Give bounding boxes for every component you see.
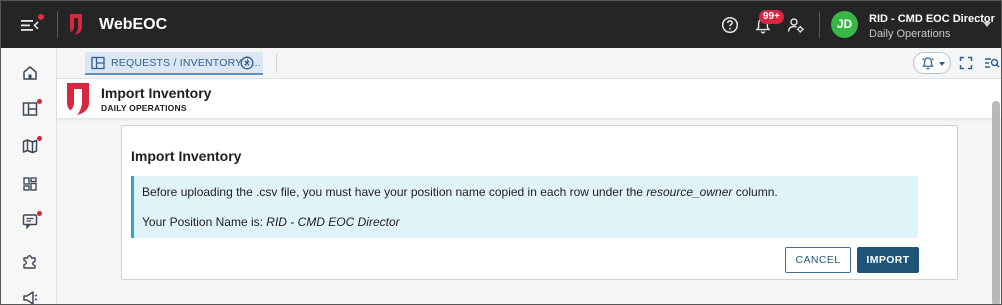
- home-icon[interactable]: [21, 64, 39, 82]
- notification-dot: [37, 99, 42, 104]
- position-name-line: Your Position Name is: RID - CMD EOC Dir…: [142, 215, 400, 229]
- chat-icon[interactable]: [21, 212, 39, 230]
- user-position-name[interactable]: RID - CMD EOC Director: [869, 13, 995, 25]
- alarm-bell-icon: [922, 57, 934, 70]
- scrollbar[interactable]: [992, 101, 1000, 304]
- user-gear-icon[interactable]: [787, 16, 805, 34]
- chevron-down-icon[interactable]: [983, 22, 991, 27]
- top-bar: WebEOC 99+ JD RID - CMD EOC Director Dai…: [1, 1, 1001, 48]
- app-window: WebEOC 99+ JD RID - CMD EOC Director Dai…: [0, 0, 1002, 305]
- page-title: Import Inventory: [101, 85, 212, 101]
- list-search-icon[interactable]: [984, 56, 1000, 70]
- notification-dot: [37, 136, 42, 141]
- megaphone-icon[interactable]: [21, 288, 39, 305]
- page-header: Import Inventory DAILY OPERATIONS: [57, 79, 1001, 119]
- webeoc-logo-icon: [67, 83, 89, 115]
- map-icon[interactable]: [21, 137, 39, 155]
- board-icon[interactable]: [21, 100, 39, 118]
- plugin-icon[interactable]: [21, 252, 39, 270]
- import-panel: Import Inventory Before uploading the .c…: [121, 125, 958, 280]
- info-instruction-suffix: column.: [732, 185, 778, 199]
- dashboard-icon[interactable]: [21, 175, 39, 193]
- notification-dot: [37, 211, 42, 216]
- position-name-value: RID - CMD EOC Director: [266, 215, 400, 229]
- info-instruction: Before uploading the .csv file, you must…: [142, 185, 778, 199]
- panel-title: Import Inventory: [131, 148, 242, 164]
- app-title: WebEOC: [99, 16, 168, 33]
- chevron-down-icon: [939, 62, 945, 66]
- tab-strip: REQUESTS / INVENTORY / ...: [57, 48, 1001, 79]
- menu-notification-dot: [38, 14, 44, 20]
- divider: [276, 54, 277, 73]
- info-alert: Before uploading the .csv file, you must…: [131, 176, 918, 238]
- split-view-icon: [91, 56, 105, 70]
- user-incident-name[interactable]: Daily Operations: [869, 28, 950, 40]
- tab-requests-inventory[interactable]: REQUESTS / INVENTORY / ...: [85, 52, 263, 75]
- divider: [819, 11, 820, 38]
- divider: [57, 11, 58, 38]
- info-instruction-prefix: Before uploading the .csv file, you must…: [142, 185, 647, 199]
- help-circle-icon[interactable]: [721, 16, 739, 34]
- import-button[interactable]: IMPORT: [857, 247, 919, 273]
- tab-label: REQUESTS / INVENTORY / ...: [111, 57, 261, 69]
- sidebar: [1, 48, 57, 305]
- avatar[interactable]: JD: [831, 11, 858, 38]
- page-subtitle: DAILY OPERATIONS: [101, 103, 187, 113]
- close-circle-icon[interactable]: [240, 56, 254, 70]
- webeoc-logo-icon: [70, 14, 82, 35]
- column-name: resource_owner: [646, 185, 733, 199]
- notification-count-badge: 99+: [759, 10, 784, 24]
- fullscreen-icon[interactable]: [959, 56, 973, 70]
- alerts-dropdown-button[interactable]: [913, 52, 951, 74]
- position-name-label: Your Position Name is:: [142, 215, 267, 229]
- cancel-button[interactable]: CANCEL: [785, 247, 851, 273]
